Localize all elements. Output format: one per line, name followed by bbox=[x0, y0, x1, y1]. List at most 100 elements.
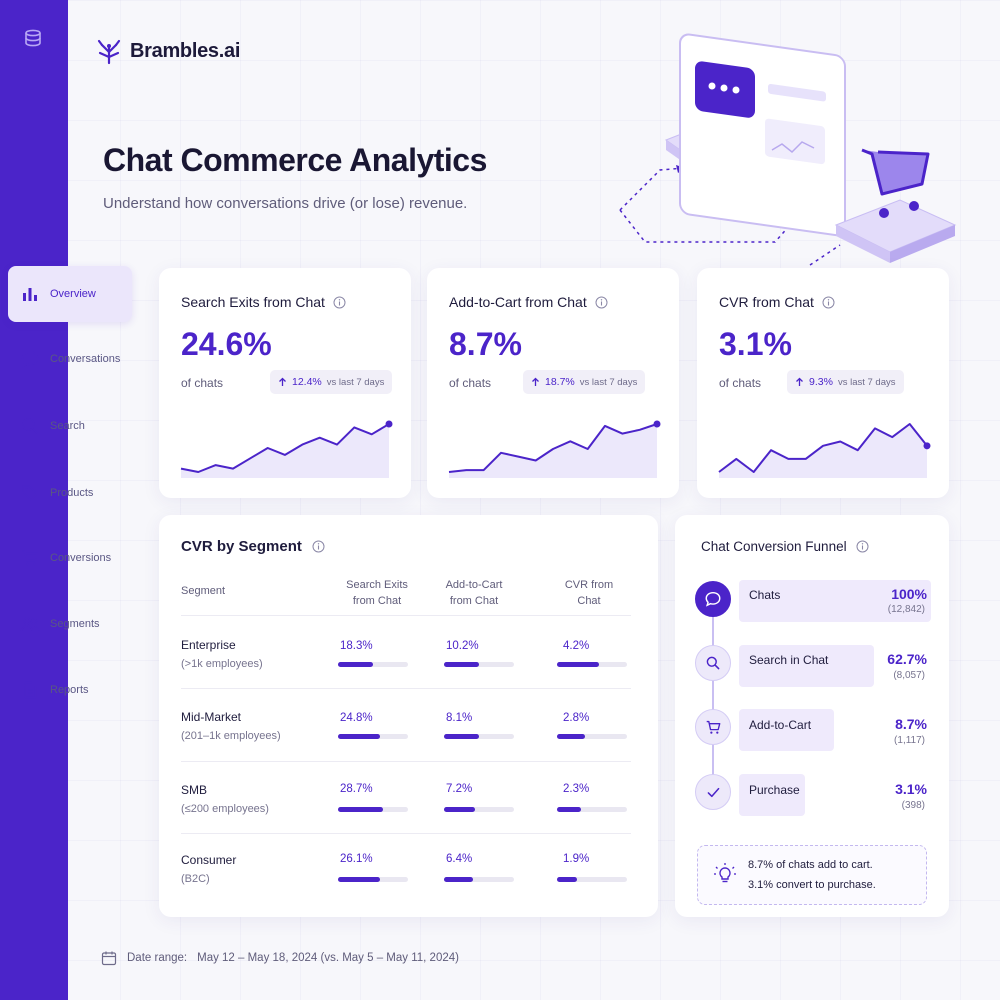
cvr-value: 1.9% bbox=[563, 853, 590, 865]
sidebar-item-label: Overview bbox=[50, 288, 96, 300]
add-to-cart-bar bbox=[444, 734, 514, 739]
funnel-stage-label: Purchase bbox=[749, 783, 800, 797]
sparkline-chart bbox=[180, 420, 393, 478]
funnel-stage-pct: 3.1% bbox=[895, 781, 927, 797]
sidebar-item-overview[interactable]: Overview bbox=[8, 266, 132, 322]
funnel-stage-pct: 100% bbox=[891, 586, 927, 602]
bar-fill bbox=[444, 877, 474, 882]
kpi-title: Add-to-Cart from Chat bbox=[449, 294, 608, 310]
kpi-title-text: CVR from Chat bbox=[719, 294, 814, 310]
bar-fill bbox=[444, 662, 479, 667]
sidebar-item-products[interactable]: Products bbox=[8, 465, 132, 521]
add-to-cart-bar bbox=[444, 877, 514, 882]
date-range-label: Date range: bbox=[127, 952, 188, 964]
funnel-stage-pct: 62.7% bbox=[887, 651, 927, 667]
search-exits-bar bbox=[338, 662, 408, 667]
info-icon[interactable] bbox=[333, 296, 346, 309]
cvr-bar bbox=[557, 877, 627, 882]
column-header-search-exits[interactable]: Search Exits from Chat bbox=[337, 577, 417, 609]
tag-icon bbox=[20, 483, 40, 503]
add-to-cart-value: 7.2% bbox=[446, 783, 473, 795]
sidebar-item-search[interactable]: Search bbox=[8, 398, 132, 454]
calendar-icon bbox=[101, 951, 117, 966]
segment-name: Enterprise bbox=[181, 638, 236, 652]
column-header-line: CVR from bbox=[564, 579, 614, 591]
column-header-segment[interactable]: Segment bbox=[181, 583, 225, 599]
arrow-up-icon bbox=[279, 377, 286, 386]
funnel-title: Chat Conversion Funnel bbox=[701, 539, 869, 554]
sparkline-chart bbox=[448, 420, 661, 478]
segment-name: SMB bbox=[181, 783, 208, 797]
funnel-stage-label: Chats bbox=[749, 588, 781, 602]
sidebar-item-label: Reports bbox=[50, 684, 89, 696]
column-header-add-to-cart[interactable]: Add-to-Cart from Chat bbox=[434, 577, 514, 609]
info-icon[interactable] bbox=[856, 540, 869, 553]
cvr-value: 2.8% bbox=[563, 712, 590, 724]
funnel-stage-pct: 8.7% bbox=[895, 716, 927, 732]
sidebar-item-conversations[interactable]: Conversations bbox=[8, 331, 132, 387]
column-header-cvr[interactable]: CVR from Chat bbox=[549, 577, 629, 609]
kpi-compare-label: vs last 7 days bbox=[579, 376, 638, 388]
users-icon bbox=[20, 614, 40, 634]
kpi-card-search-exits[interactable]: Search Exits from Chat 24.6% of chats 12… bbox=[159, 268, 411, 498]
funnel-node bbox=[695, 581, 731, 617]
funnel-card: Chat Conversion Funnel Chats 100% (12,84… bbox=[675, 515, 949, 917]
kpi-card-cvr[interactable]: CVR from Chat 3.1% of chats 9.3% vs last… bbox=[697, 268, 949, 498]
kpi-value: 24.6% bbox=[181, 326, 272, 362]
info-icon[interactable] bbox=[312, 540, 325, 553]
bar-fill bbox=[338, 807, 383, 812]
kpi-delta: 18.7% bbox=[545, 376, 575, 388]
arrow-up-icon bbox=[796, 377, 803, 386]
kpi-title-text: Search Exits from Chat bbox=[181, 294, 325, 310]
search-icon bbox=[706, 656, 720, 670]
funnel-stage-count: (12,842) bbox=[887, 604, 925, 615]
chat-bubble-icon bbox=[705, 591, 721, 607]
info-icon[interactable] bbox=[822, 296, 835, 309]
kpi-title: CVR from Chat bbox=[719, 294, 835, 310]
bar-fill bbox=[557, 662, 599, 667]
bar-chart-icon bbox=[20, 284, 40, 304]
funnel-stage-count: (1,117) bbox=[894, 735, 925, 746]
bar-fill bbox=[444, 734, 479, 739]
search-exits-bar bbox=[338, 734, 408, 739]
sidebar-item-conversions[interactable]: Conversions bbox=[8, 530, 132, 586]
bar-fill bbox=[338, 662, 373, 667]
funnel-node bbox=[695, 774, 731, 810]
segment-title-text: CVR by Segment bbox=[181, 538, 302, 555]
kpi-card-add-to-cart[interactable]: Add-to-Cart from Chat 8.7% of chats 18.7… bbox=[427, 268, 679, 498]
segment-description: (201–1k employees) bbox=[181, 730, 281, 742]
add-to-cart-value: 6.4% bbox=[446, 853, 473, 865]
funnel-stage-label: Search in Chat bbox=[749, 653, 829, 667]
segment-table-title: CVR by Segment bbox=[181, 538, 325, 555]
sidebar-item-reports[interactable]: Reports bbox=[8, 662, 132, 718]
brand[interactable]: Brambles.ai bbox=[94, 36, 240, 66]
date-range[interactable]: Date range: May 12 – May 18, 2024 (vs. M… bbox=[101, 950, 459, 966]
segment-name: Mid-Market bbox=[181, 710, 242, 724]
arrow-up-icon bbox=[532, 377, 539, 386]
sparkline-area bbox=[181, 424, 389, 478]
add-to-cart-value: 8.1% bbox=[446, 712, 473, 724]
kpi-compare-label: vs last 7 days bbox=[837, 376, 896, 388]
column-header-line: Chat bbox=[577, 595, 601, 607]
kpi-delta-badge: 12.4% vs last 7 days bbox=[270, 370, 393, 394]
bar-fill bbox=[557, 877, 577, 882]
database-icon[interactable] bbox=[22, 28, 44, 50]
sidebar-item-label: Conversations bbox=[50, 353, 121, 365]
column-header-line: from Chat bbox=[449, 595, 499, 607]
funnel-node bbox=[695, 645, 731, 681]
add-to-cart-bar bbox=[444, 662, 514, 667]
insight-line: 3.1% convert to purchase. bbox=[748, 879, 876, 891]
sidebar-item-label: Conversions bbox=[50, 552, 112, 564]
brambles-logo-icon bbox=[97, 39, 121, 65]
kpi-value: 3.1% bbox=[719, 326, 792, 362]
insight-callout: 8.7% of chats add to cart. 3.1% convert … bbox=[697, 845, 927, 905]
info-icon[interactable] bbox=[595, 296, 608, 309]
kpi-delta: 9.3% bbox=[809, 376, 833, 388]
kpi-value: 8.7% bbox=[449, 326, 522, 362]
kpi-subtext: of chats bbox=[181, 376, 224, 390]
segment-description: (B2C) bbox=[181, 873, 210, 885]
funnel-stage-label: Add-to-Cart bbox=[749, 718, 812, 732]
sidebar-item-segments[interactable]: Segments bbox=[8, 596, 132, 652]
sparkline-endpoint bbox=[653, 420, 661, 428]
page-subtitle: Understand how conversations drive (or l… bbox=[103, 195, 468, 212]
